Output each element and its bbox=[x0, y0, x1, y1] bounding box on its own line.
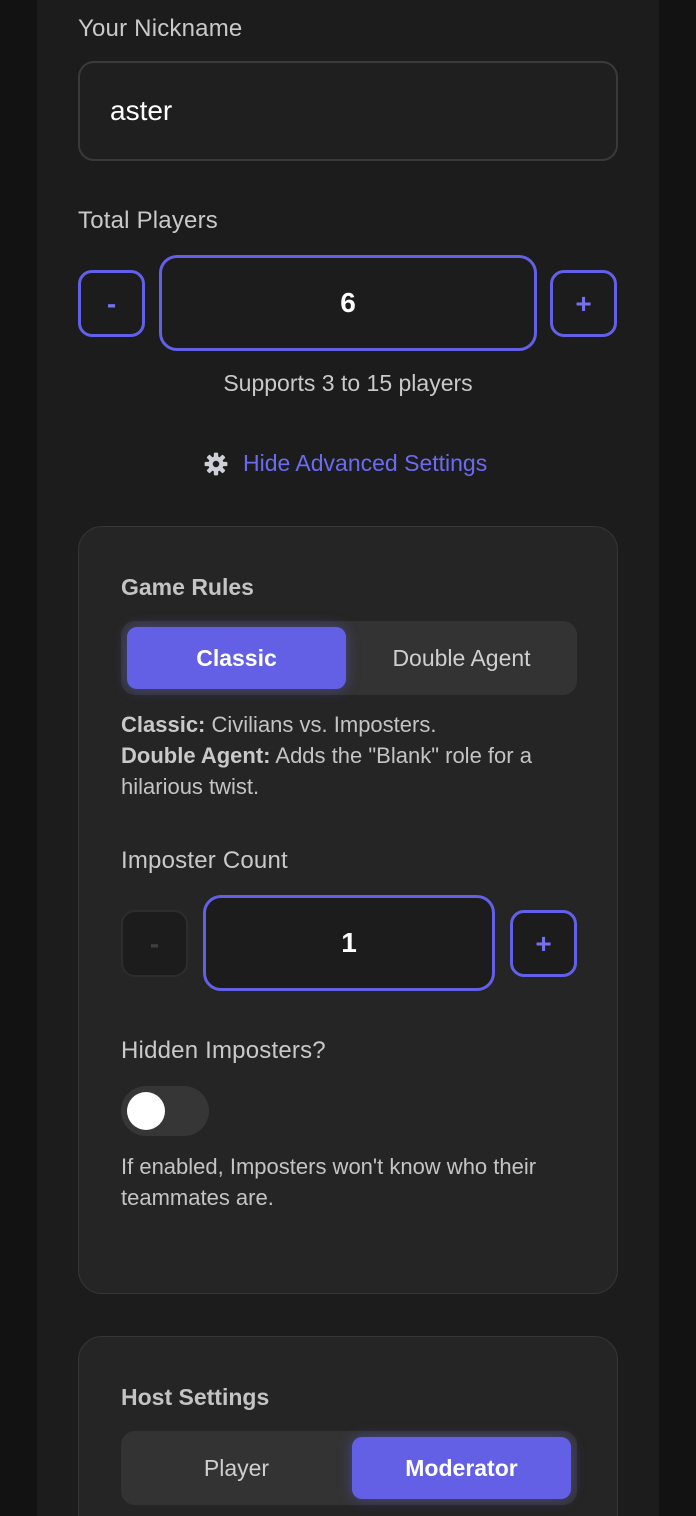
gear-icon bbox=[203, 451, 229, 477]
mode-double-agent-option[interactable]: Double Agent bbox=[352, 627, 571, 689]
host-role-selector: Player Moderator bbox=[121, 1431, 577, 1505]
total-players-label: Total Players bbox=[78, 207, 218, 234]
imposter-count-field[interactable]: 1 bbox=[203, 895, 495, 991]
hidden-imposters-toggle[interactable] bbox=[121, 1086, 209, 1136]
classic-desc-title: Classic: bbox=[121, 712, 206, 737]
players-range-hint: Supports 3 to 15 players bbox=[223, 370, 473, 396]
nickname-value: aster bbox=[110, 95, 173, 126]
imposter-decrement-button[interactable]: - bbox=[121, 910, 188, 977]
game-rules-title: Game Rules bbox=[121, 574, 254, 600]
double-agent-desc-title: Double Agent: bbox=[121, 743, 271, 768]
nickname-input[interactable]: aster bbox=[78, 61, 618, 161]
mode-classic-option[interactable]: Classic bbox=[127, 627, 346, 689]
game-mode-selector: Classic Double Agent bbox=[121, 621, 577, 695]
toggle-knob bbox=[127, 1092, 165, 1130]
hidden-imposters-label: Hidden Imposters? bbox=[121, 1037, 326, 1064]
host-settings-card: Host Settings Player Moderator bbox=[78, 1336, 618, 1516]
players-count-field[interactable]: 6 bbox=[159, 255, 537, 351]
hidden-imposters-hint: If enabled, Imposters won't know who the… bbox=[121, 1154, 537, 1210]
host-role-moderator-option[interactable]: Moderator bbox=[352, 1437, 571, 1499]
players-increment-button[interactable]: + bbox=[550, 270, 617, 337]
game-rules-description: Classic: Civilians vs. Imposters. Double… bbox=[121, 709, 581, 802]
imposter-count-label: Imposter Count bbox=[121, 847, 288, 874]
host-role-player-option[interactable]: Player bbox=[127, 1437, 346, 1499]
classic-desc-text: Civilians vs. Imposters. bbox=[205, 712, 437, 737]
players-decrement-button[interactable]: - bbox=[78, 270, 145, 337]
nickname-label: Your Nickname bbox=[78, 15, 243, 42]
hide-advanced-settings-label: Hide Advanced Settings bbox=[243, 450, 488, 476]
game-rules-card: Game Rules Classic Double Agent Classic:… bbox=[78, 526, 618, 1294]
imposter-increment-button[interactable]: + bbox=[510, 910, 577, 977]
hide-advanced-settings-link[interactable]: Hide Advanced Settings bbox=[203, 450, 487, 477]
host-settings-title: Host Settings bbox=[121, 1384, 270, 1410]
